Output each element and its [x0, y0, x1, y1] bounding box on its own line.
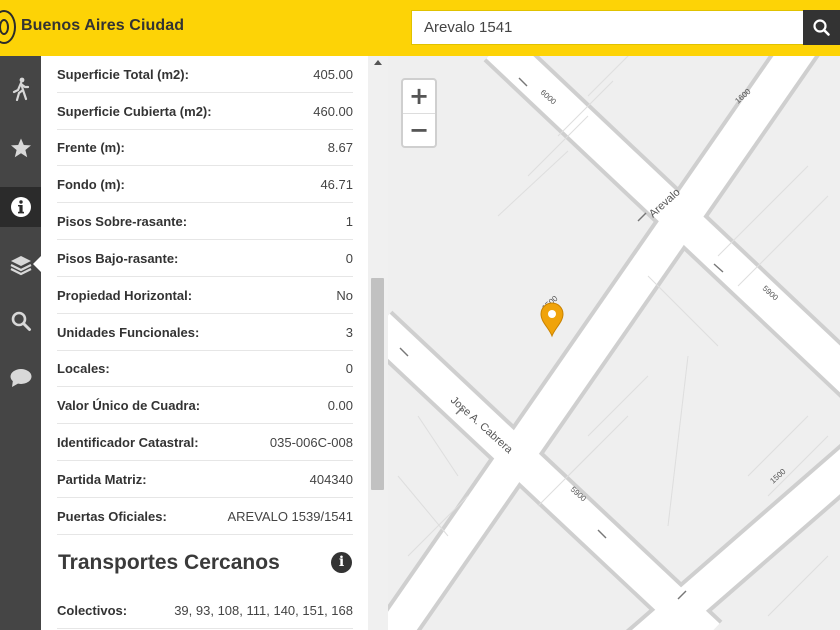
- detail-value: AREVALO 1539/1541: [227, 509, 353, 524]
- location-marker[interactable]: [540, 302, 564, 338]
- detail-value: 3: [345, 325, 353, 340]
- transport-row-value: 39, 93, 108, 111, 140, 151, 168: [174, 603, 353, 618]
- search-button[interactable]: [803, 10, 840, 45]
- detail-row: Superficie Cubierta (m2): 460.00: [57, 93, 353, 130]
- detail-value: 0: [345, 251, 353, 266]
- detail-label: Propiedad Horizontal:: [57, 288, 193, 303]
- detail-row: Superficie Total (m2): 405.00: [57, 56, 353, 93]
- detail-row: Puertas Oficiales: AREVALO 1539/1541: [57, 498, 353, 535]
- detail-value: 46.71: [320, 177, 353, 192]
- detail-row: Fondo (m): 46.71: [57, 166, 353, 203]
- detail-label: Valor Único de Cuadra:: [57, 398, 201, 413]
- rail-item-search[interactable]: [0, 301, 41, 341]
- address-search-box[interactable]: Arevalo 1541: [411, 10, 803, 45]
- detail-row: Unidades Funcionales: 3: [57, 314, 353, 351]
- detail-label: Pisos Sobre-rasante:: [57, 214, 188, 229]
- detail-row: Propiedad Horizontal: No: [57, 277, 353, 314]
- detail-label: Locales:: [57, 361, 110, 376]
- detail-value: 035-006C-008: [269, 435, 353, 450]
- chat-icon: [10, 369, 31, 387]
- star-icon: [10, 138, 31, 158]
- search-icon: [813, 19, 830, 36]
- detail-label: Frente (m):: [57, 140, 125, 155]
- parcel-info-panel: Superficie Total (m2): 405.00 Superficie C…: [41, 56, 368, 630]
- scroll-up-arrow-icon[interactable]: [374, 60, 382, 65]
- detail-label: Superficie Total (m2):: [57, 67, 189, 82]
- detail-row: Pisos Sobre-rasante: 1: [57, 203, 353, 240]
- city-logo-icon[interactable]: [0, 10, 16, 44]
- detail-row: Valor Único de Cuadra: 0.00: [57, 387, 353, 424]
- zoom-control: + −: [401, 78, 437, 148]
- rail-item-favorites[interactable]: [0, 128, 41, 168]
- detail-row: Locales: 0: [57, 350, 353, 387]
- transport-row: Colectivos: 39, 93, 108, 111, 140, 151, …: [57, 592, 353, 629]
- zoom-in-button[interactable]: +: [403, 80, 435, 114]
- info-icon: [10, 197, 31, 217]
- transport-section-title: Transportes Cercanos: [58, 551, 280, 574]
- detail-value: 405.00: [313, 67, 353, 82]
- detail-value: 1: [345, 214, 353, 229]
- map-canvas[interactable]: Arevalo Jose A. Cabrera 6000 1600 5900 1…: [388, 56, 840, 630]
- detail-label: Unidades Funcionales:: [57, 325, 200, 340]
- detail-value: 0: [345, 361, 353, 376]
- layers-icon: [10, 256, 31, 276]
- detail-value: 0.00: [327, 398, 353, 413]
- detail-value: 404340: [309, 472, 353, 487]
- detail-row: Pisos Bajo-rasante: 0: [57, 240, 353, 277]
- search-icon: [11, 311, 31, 331]
- detail-label: Identificador Catastral:: [57, 435, 199, 450]
- walking-icon: [12, 77, 29, 101]
- detail-row: Frente (m): 8.67: [57, 129, 353, 166]
- detail-value: 8.67: [327, 140, 353, 155]
- detail-label: Superficie Cubierta (m2):: [57, 104, 212, 119]
- search-input[interactable]: Arevalo 1541: [424, 19, 512, 36]
- map-view[interactable]: Arevalo Jose A. Cabrera 6000 1600 5900 1…: [388, 56, 840, 630]
- scrollbar-thumb[interactable]: [371, 278, 384, 490]
- transport-row-label: Colectivos:: [57, 603, 128, 618]
- top-header: Buenos Aires Ciudad Arevalo 1541: [0, 0, 840, 57]
- sidebar-icon-rail: [0, 56, 42, 630]
- transport-info-icon[interactable]: i: [331, 552, 352, 573]
- detail-value: No: [336, 288, 353, 303]
- zoom-out-button[interactable]: −: [403, 114, 435, 147]
- panel-scrollbar[interactable]: [368, 56, 388, 630]
- detail-label: Puertas Oficiales:: [57, 509, 167, 524]
- detail-row: Identificador Catastral: 035-006C-008: [57, 424, 353, 461]
- detail-row: Partida Matriz: 404340: [57, 461, 353, 498]
- rail-item-chat[interactable]: [0, 358, 41, 398]
- road-fill: [388, 56, 840, 630]
- brand-name[interactable]: Buenos Aires Ciudad: [21, 17, 184, 35]
- rail-item-walking[interactable]: [0, 69, 41, 109]
- detail-value: 460.00: [313, 104, 353, 119]
- detail-label: Pisos Bajo-rasante:: [57, 251, 179, 266]
- detail-label: Fondo (m):: [57, 177, 125, 192]
- rail-item-info[interactable]: [0, 187, 41, 227]
- street-number-label: 1500: [768, 467, 788, 486]
- detail-label: Partida Matriz:: [57, 472, 147, 487]
